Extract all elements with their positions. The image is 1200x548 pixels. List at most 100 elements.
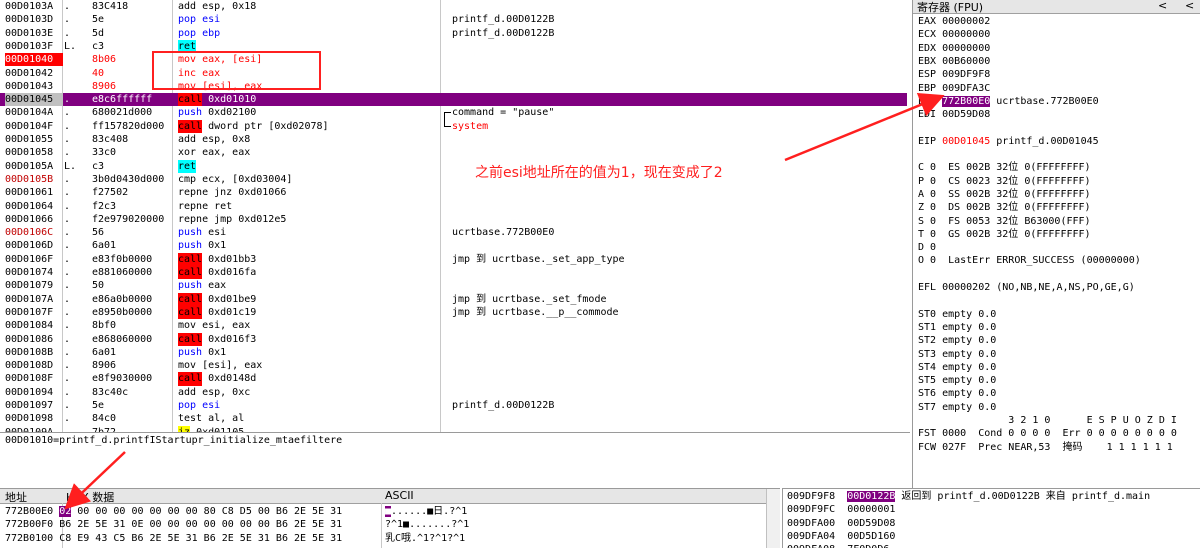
instruction-part: 0xd02100 bbox=[202, 107, 257, 119]
disasm-row[interactable]: 00D0103E. 5d pop ebp printf_d.00D0122B bbox=[0, 27, 907, 40]
disasm-row[interactable]: 00D0106C. 56 push esi ucrtbase.772B00E0 bbox=[0, 226, 907, 239]
register-line[interactable]: EIP 00D01045 printf_d.00D01045 bbox=[918, 135, 1099, 148]
disasm-row[interactable]: 00D0108F. e8f9030000 call 0xd0148d bbox=[0, 372, 907, 386]
disasm-row[interactable]: 00D01094. 83c40c add esp, 0xc bbox=[0, 386, 907, 399]
disasm-row[interactable]: 00D01097. 5e pop esi printf_d.00D0122B bbox=[0, 399, 907, 412]
register-line[interactable]: ST4 empty 0.0 bbox=[918, 361, 996, 374]
disasm-row[interactable]: 00D0104A. 680021d000 push 0xd02100 command … bbox=[0, 106, 907, 122]
disasm-row[interactable]: 00D01066. f2e979020000 repne jmp 0xd012e5 bbox=[0, 213, 907, 226]
disasm-bytes: 83C418 bbox=[92, 1, 129, 12]
registers-pane[interactable]: 寄存器 (FPU) < < EAX 00000002 ECX 00000000 ED… bbox=[912, 0, 1200, 488]
nav-left-button[interactable]: < bbox=[1158, 0, 1167, 12]
nav-right-button[interactable]: < bbox=[1185, 0, 1194, 12]
disasm-bytes: 56 bbox=[92, 227, 105, 239]
disasm-row[interactable]: 00D0107F. e8950b0000 call 0xd01c19 jmp 到 uc… bbox=[0, 305, 907, 320]
register-line[interactable]: FCW 027F Prec NEAR,53 掩码 1 1 1 1 1 1 bbox=[918, 441, 1173, 454]
disasm-row[interactable]: 00D0108B. 6a01 push 0x1 bbox=[0, 346, 907, 359]
disasm-row[interactable]: 00D01061. f27502 repne jnz 0xd01066 bbox=[0, 186, 907, 199]
disasm-row[interactable]: 00D01058. 33c0 xor eax, eax bbox=[0, 146, 907, 159]
disasm-row[interactable]: 00D01055. 83c408 add esp, 0x8 bbox=[0, 133, 907, 146]
register-line[interactable]: C 0 ES 002B 32位 0(FFFFFFFF) bbox=[918, 161, 1091, 174]
register-line[interactable]: EBX 00B60000 bbox=[918, 55, 990, 68]
register-text: EAX 00000002 bbox=[918, 16, 991, 27]
register-line[interactable]: ESP 009DF9F8 bbox=[918, 68, 990, 81]
disasm-bytes: 83c408 bbox=[92, 134, 129, 145]
disasm-address: 00D01045 bbox=[5, 93, 63, 107]
disasm-row[interactable]: 00D0104F. ff157820d000 call dword ptr [0xd… bbox=[0, 119, 907, 133]
disasm-row[interactable]: 00D0107A. e86a0b0000 call 0xd01be9 jmp 到 uc… bbox=[0, 292, 907, 306]
disassembly-pane[interactable]: 00D0103A. 83C418 add esp, 0x18 00D0103D. 5e p… bbox=[0, 0, 907, 432]
memory-dump-pane[interactable]: 地址 HEX 数据 ASCII 772B00E0 02 00 00 00 00 … bbox=[0, 488, 780, 548]
register-line[interactable]: T 0 GS 002B 32位 0(FFFFFFFF) bbox=[918, 228, 1091, 241]
disasm-row[interactable]: 00D0103F L. c3 ret bbox=[0, 39, 907, 54]
stack-row[interactable]: 009DFA08 7F0D0D6 bbox=[787, 543, 895, 548]
disasm-row[interactable]: 00D0103D. 5e pop esi printf_d.00D0122B bbox=[0, 13, 907, 26]
disasm-row[interactable]: 00D0105B. 3b0d0430d000 cmp ecx, [0xd03004] bbox=[0, 173, 907, 186]
register-line[interactable]: ECX 00000000 bbox=[918, 28, 990, 41]
stack-row[interactable]: 009DFA04 00D5D160 bbox=[787, 530, 901, 543]
dump-scrollbar[interactable] bbox=[766, 489, 780, 548]
dump-col-address[interactable]: 地址 bbox=[5, 489, 27, 505]
disasm-row[interactable]: 00D01043 8906 mov [esi], eax bbox=[0, 80, 907, 93]
register-line[interactable]: A 0 SS 002B 32位 0(FFFFFFFF) bbox=[918, 188, 1091, 201]
register-line[interactable]: D 0 bbox=[918, 241, 936, 254]
register-line[interactable]: ST0 empty 0.0 bbox=[918, 308, 996, 321]
stack-pane[interactable]: 009DF9F8 00D0122B 返回到 printf_d.00D0122B … bbox=[782, 488, 1200, 548]
info-line-text: 00D01010=printf_d.printfIStartupr_initia… bbox=[5, 435, 343, 446]
register-text: Z 0 DS 002B 32位 0(FFFFFFFF) bbox=[918, 202, 1091, 214]
register-line[interactable]: 3 2 1 0 E S P U O Z D I bbox=[918, 414, 1177, 427]
register-line[interactable]: EDI 00D59D08 bbox=[918, 108, 990, 121]
register-line[interactable]: ST5 empty 0.0 bbox=[918, 374, 996, 387]
disasm-row[interactable]: 00D0106F. e83f0b0000 call 0xd01bb3 jmp 到 uc… bbox=[0, 252, 907, 266]
register-line[interactable]: O 0 LastErr ERROR_SUCCESS (00000000) bbox=[918, 254, 1141, 267]
stack-row[interactable]: 009DF9F8 00D0122B 返回到 printf_d.00D0122B … bbox=[787, 490, 1150, 503]
dump-address: 772B00E0 bbox=[5, 506, 60, 517]
register-line[interactable]: EDX 00000000 bbox=[918, 42, 990, 55]
register-line[interactable]: P 0 CS 0023 32位 0(FFFFFFFF) bbox=[918, 175, 1091, 188]
disasm-row[interactable]: 00D01086. e868060000 call 0xd016f3 bbox=[0, 332, 907, 346]
dump-col-hex[interactable]: HEX 数据 bbox=[66, 489, 114, 505]
instruction-part: mov esi, eax bbox=[178, 320, 251, 332]
disasm-bytes: 50 bbox=[92, 280, 105, 292]
register-line[interactable]: ST3 empty 0.0 bbox=[918, 348, 996, 361]
disasm-row[interactable]: 00D0103A. 83C418 add esp, 0x18 bbox=[0, 0, 907, 13]
disasm-row[interactable]: 00D0108D. 8906 mov [esi], eax bbox=[0, 359, 907, 372]
stack-row[interactable]: 009DFA00 00D59D08 bbox=[787, 517, 901, 530]
disasm-row[interactable]: 00D0105A L. c3 ret bbox=[0, 159, 907, 173]
dump-row[interactable]: 772B0100 C8 E9 43 C5 B6 2E 5E 31 B6 2E 5… bbox=[5, 532, 465, 545]
dump-row[interactable]: 772B00E0 02 00 00 00 00 00 00 00 80 C8 D… bbox=[5, 505, 467, 518]
stack-row[interactable]: 009DF9FC 00000001 bbox=[787, 503, 901, 516]
disasm-row[interactable]: 00D01079. 50 push eax bbox=[0, 279, 907, 292]
register-text: ST3 empty 0.0 bbox=[918, 348, 997, 360]
dump-row[interactable]: 772B00F0 B6 2E 5E 31 0E 00 00 00 00 00 0… bbox=[5, 518, 469, 531]
disasm-instruction: call dword ptr [0xd02078] bbox=[178, 119, 438, 133]
instruction-part: push bbox=[178, 280, 203, 292]
disasm-row[interactable]: 00D01084. 8bf0 mov esi, eax bbox=[0, 319, 907, 332]
register-line[interactable]: ST6 empty 0.0 bbox=[918, 387, 996, 400]
register-line[interactable]: EAX 00000002 bbox=[918, 15, 990, 28]
disasm-row[interactable]: 00D01045. e8c6ffffff call 0xd01010 bbox=[0, 93, 907, 107]
disasm-instruction: pop esi bbox=[178, 13, 438, 26]
register-line[interactable]: ST1 empty 0.0 bbox=[918, 321, 996, 334]
disasm-row[interactable]: 00D01098. 84c0 test al, al bbox=[0, 412, 907, 425]
disasm-marker: . bbox=[64, 200, 71, 212]
register-line[interactable]: FST 0000 Cond 0 0 0 0 Err 0 0 0 0 0 0 0 … bbox=[918, 427, 1177, 440]
dump-selected-byte[interactable]: 02 bbox=[59, 506, 72, 517]
disasm-instruction: call 0xd01bb3 bbox=[178, 252, 438, 266]
disasm-row[interactable]: 00D0106D. 6a01 push 0x1 bbox=[0, 239, 907, 252]
register-line[interactable]: EBP 009DFA3C bbox=[918, 82, 990, 95]
register-line[interactable]: Z 0 DS 002B 32位 0(FFFFFFFF) bbox=[918, 201, 1091, 214]
disasm-address: 00D01066 bbox=[5, 213, 54, 225]
register-line[interactable]: ESI 772B00E0 ucrtbase.772B00E0 bbox=[918, 95, 1099, 108]
register-line[interactable]: ST2 empty 0.0 bbox=[918, 334, 996, 347]
register-line[interactable]: S 0 FS 0053 32位 B63000(FFF) bbox=[918, 215, 1091, 228]
disasm-row[interactable]: 00D01042 40 inc eax bbox=[0, 67, 907, 80]
dump-col-ascii[interactable]: ASCII bbox=[385, 489, 414, 502]
register-line[interactable]: EFL 00000202 (NO,NB,NE,A,NS,PO,GE,G) bbox=[918, 281, 1135, 294]
register-line[interactable]: ST7 empty 0.0 bbox=[918, 401, 996, 414]
disasm-row[interactable]: 00D01064. f2c3 repne ret bbox=[0, 200, 907, 213]
disasm-row[interactable]: 00D01040 8b06 mov eax, [esi] bbox=[0, 53, 907, 67]
disasm-instruction: add esp, 0xc bbox=[178, 386, 438, 399]
disasm-row[interactable]: 00D01074. e881060000 call 0xd016fa bbox=[0, 266, 907, 280]
dump-address: 772B00F0 bbox=[5, 519, 60, 531]
